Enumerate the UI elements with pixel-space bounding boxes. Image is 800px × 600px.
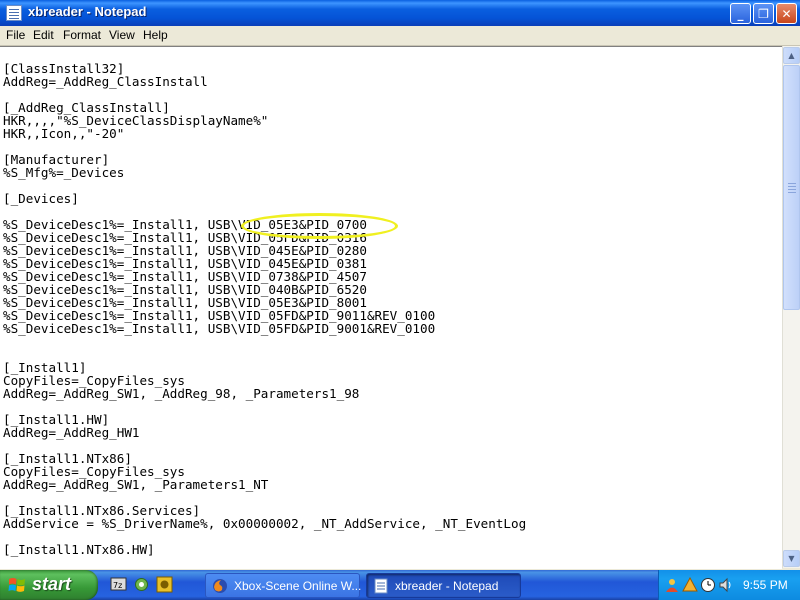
start-button[interactable]: start <box>0 570 98 600</box>
text-line: AddReg=_AddReg_HW1 <box>3 425 140 440</box>
vertical-scrollbar[interactable]: ▲ ▼ <box>782 46 800 568</box>
clock: 9:55 PM <box>743 578 788 592</box>
menu-help[interactable]: Help <box>143 28 168 42</box>
sound-icon[interactable] <box>718 577 734 593</box>
grip-line <box>788 183 796 184</box>
user-icon[interactable] <box>664 577 680 593</box>
taskbar-button-notepad[interactable]: xbreader - Notepad <box>366 573 521 598</box>
taskbar-button-label: Xbox-Scene Online W... <box>234 579 362 593</box>
text-line: AddReg=_AddReg_SW1, _Parameters1_NT <box>3 477 269 492</box>
text-line: %S_Mfg%=_Devices <box>3 165 125 180</box>
scroll-thumb[interactable] <box>783 65 800 310</box>
notepad-icon[interactable] <box>6 5 22 21</box>
grip-line <box>788 192 796 193</box>
taskbar-button-firefox[interactable]: Xbox-Scene Online W... <box>205 573 362 598</box>
text-line: %S_DeviceDesc1%=_Install1, USB\VID_05FD&… <box>3 321 436 336</box>
text-editor[interactable]: [ClassInstall32] AddReg=_AddReg_ClassIns… <box>0 46 782 569</box>
maximize-button[interactable]: ❐ <box>753 3 774 24</box>
menu-bar: File Edit Format View Help <box>0 26 800 46</box>
svg-text:7z: 7z <box>113 581 122 590</box>
taskbar: start 7z Xbox-Scene Online W... xbreader… <box>0 570 800 600</box>
menu-format[interactable]: Format <box>63 28 101 42</box>
title-bar[interactable]: xbreader - Notepad _ ❐ ✕ <box>0 0 800 26</box>
windows-explorer-icon[interactable]: 7z <box>110 576 127 593</box>
grip-line <box>788 186 796 187</box>
minimize-button[interactable]: _ <box>730 3 751 24</box>
highlight-annotation <box>241 213 398 239</box>
media-icon[interactable] <box>156 576 173 593</box>
start-label: start <box>32 574 72 594</box>
clock-icon[interactable] <box>700 577 716 593</box>
text-line: AddService = %S_DriverName%, 0x00000002,… <box>3 516 527 531</box>
text-line: AddReg=_AddReg_SW1, _AddReg_98, _Paramet… <box>3 386 360 401</box>
taskbar-button-label: xbreader - Notepad <box>395 579 499 593</box>
firefox-icon <box>213 579 227 593</box>
menu-view[interactable]: View <box>109 28 135 42</box>
text-line: AddReg=_AddReg_ClassInstall <box>3 74 208 89</box>
close-button[interactable]: ✕ <box>776 3 797 24</box>
window-title: xbreader - Notepad <box>28 4 147 19</box>
menu-file[interactable]: File <box>6 28 25 42</box>
text-line: [_Install1.NTx86.HW] <box>3 542 155 557</box>
text-line: [_Devices] <box>3 191 79 206</box>
text-line: HKR,,Icon,,"-20" <box>3 126 125 141</box>
grip-line <box>788 189 796 190</box>
scroll-down-button[interactable]: ▼ <box>783 550 800 567</box>
network-icon[interactable] <box>682 577 698 593</box>
menu-edit[interactable]: Edit <box>33 28 54 42</box>
settings-icon[interactable] <box>133 576 150 593</box>
windows-logo-icon <box>8 578 25 592</box>
notepad-icon <box>374 578 388 594</box>
scroll-up-button[interactable]: ▲ <box>783 47 800 64</box>
